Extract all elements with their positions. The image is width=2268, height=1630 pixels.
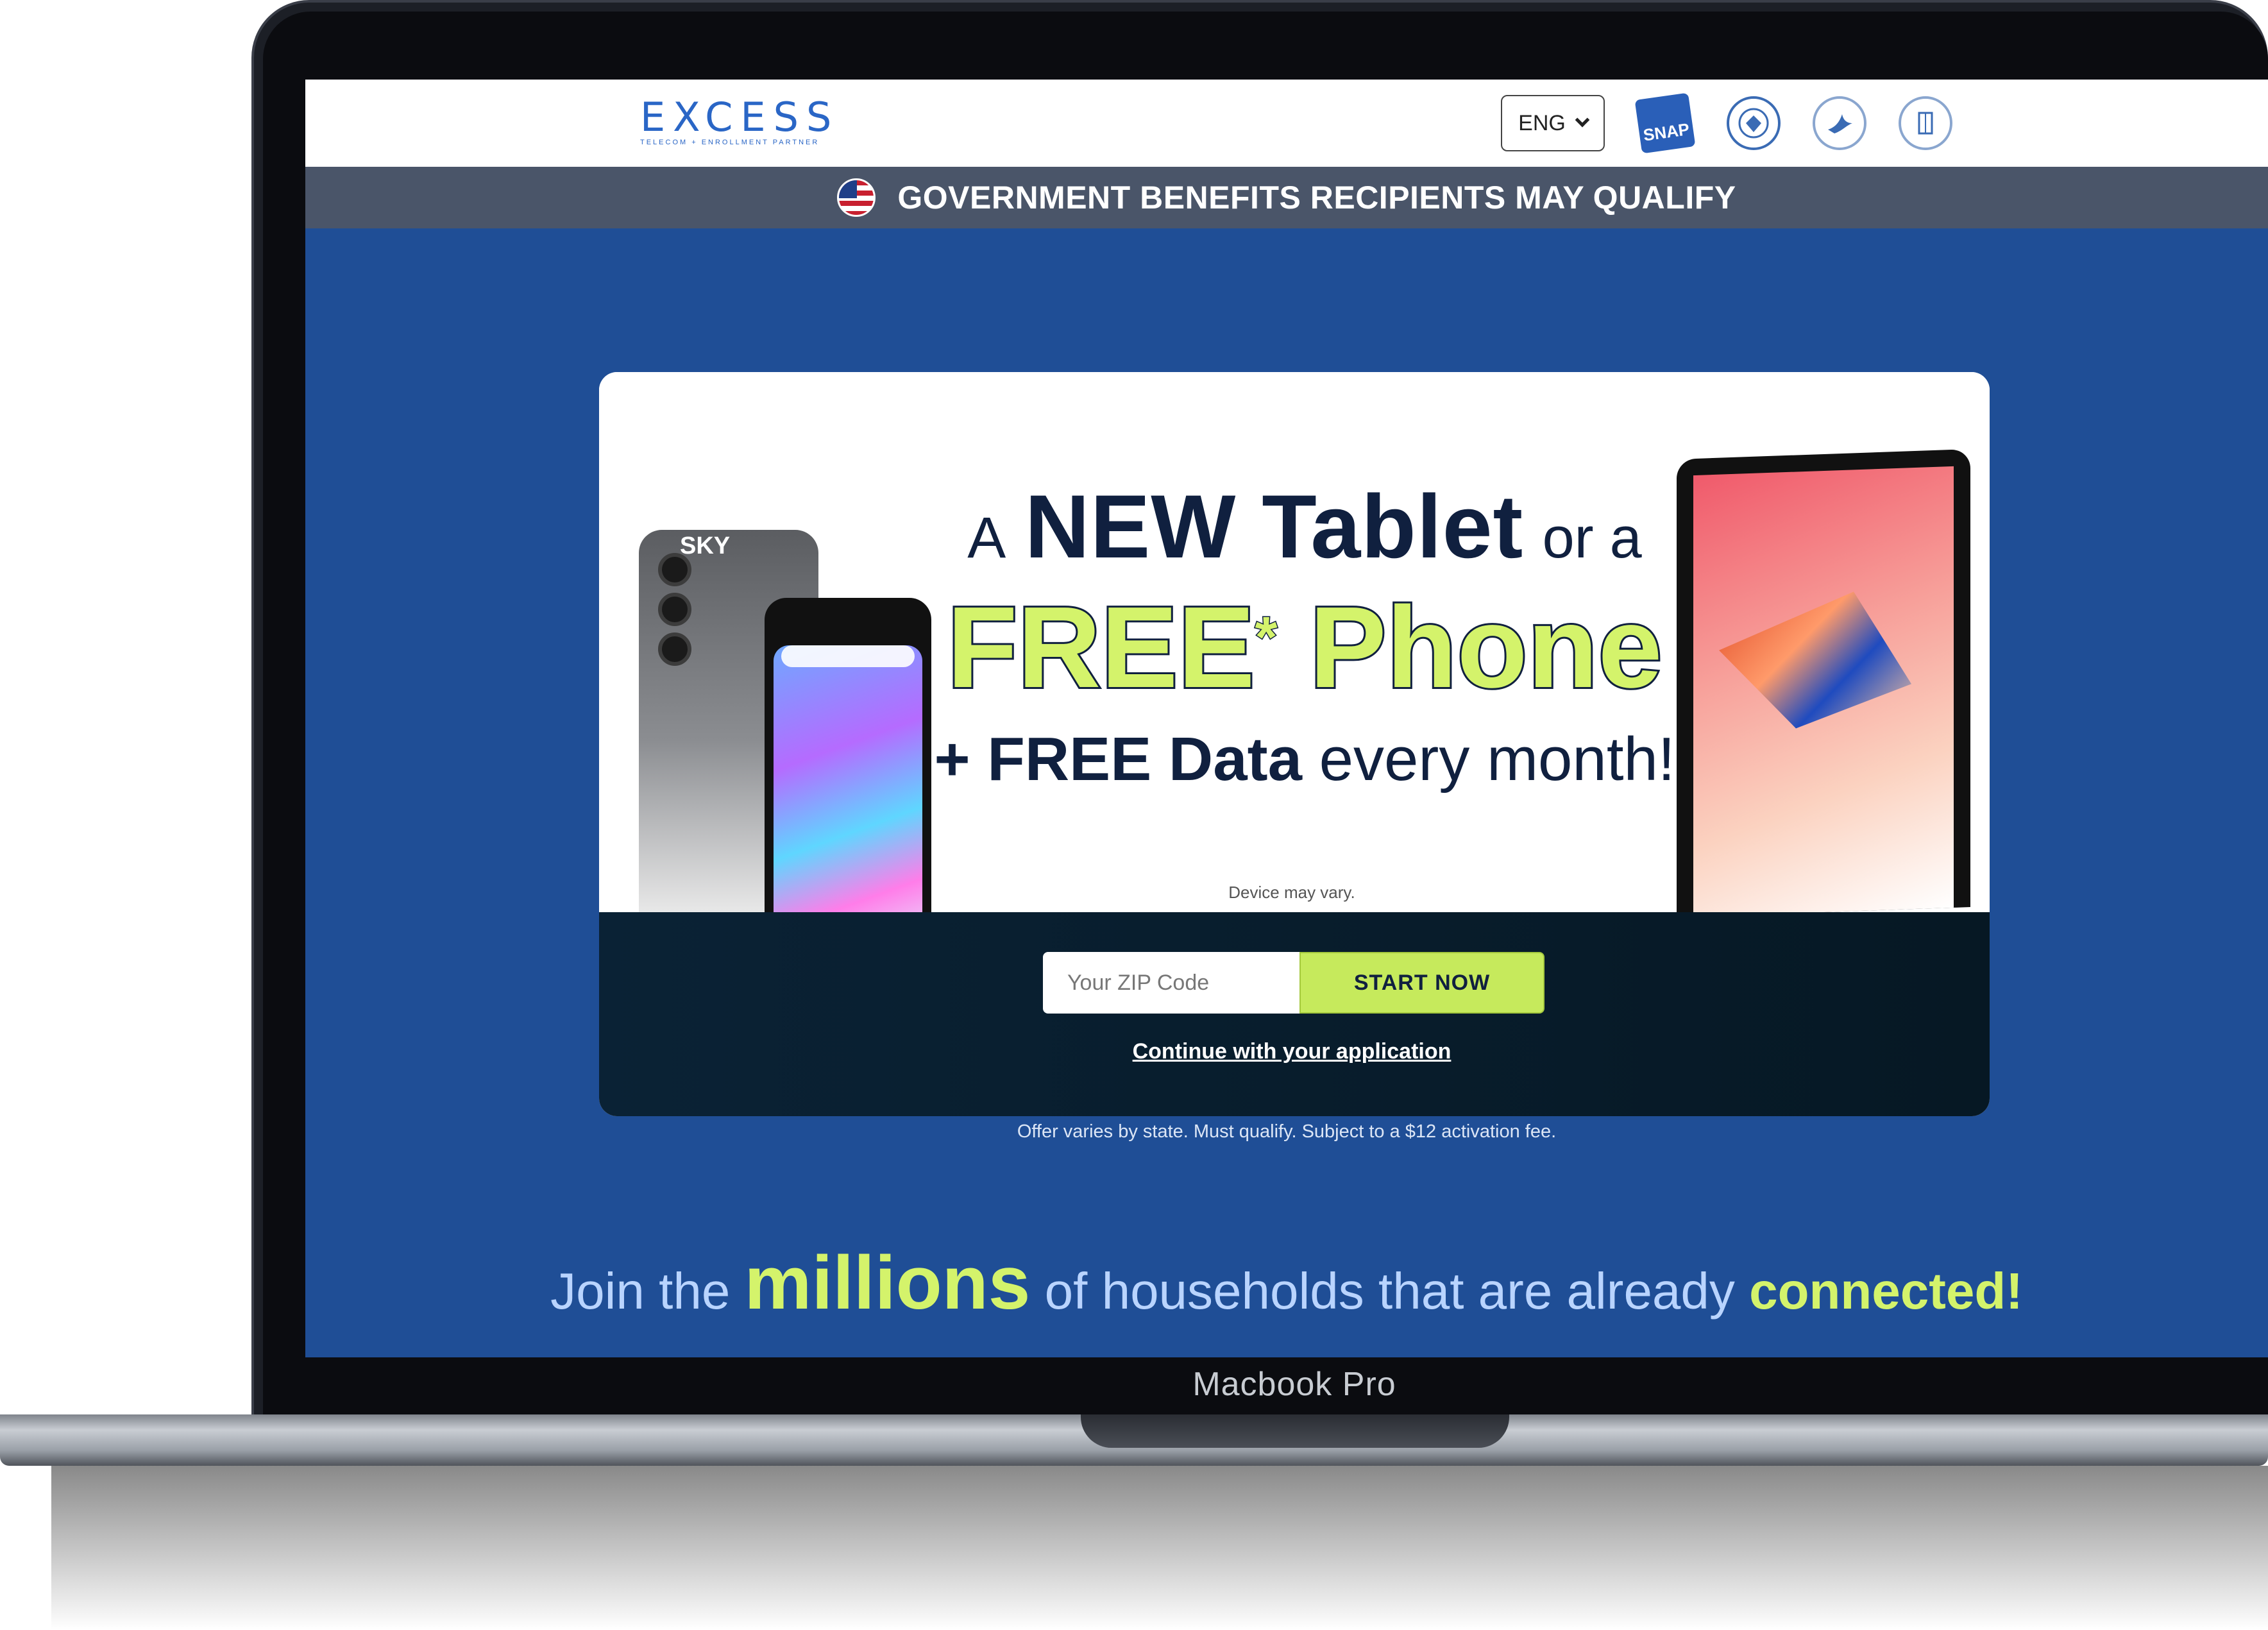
join-millions-heading: Join the millions of households that are… <box>305 1239 2268 1327</box>
headline-free-data: + FREE Data <box>934 725 1302 794</box>
headline-line-3: + FREE Data every month! <box>933 721 1677 798</box>
phone-search-bar <box>781 645 915 667</box>
eligibility-banner: GOVERNMENT BENEFITS RECIPIENTS MAY QUALI… <box>305 167 2268 228</box>
headline-new-tablet: NEW Tablet <box>1024 476 1524 577</box>
excess-logo[interactable]: EXCESS Telecom + Enrollment Partner <box>640 94 840 147</box>
snap-label: SNAP <box>1642 119 1691 145</box>
phone-front-image <box>765 598 931 951</box>
building-icon <box>1918 112 1933 135</box>
camera-lens-icon <box>658 593 691 626</box>
tablet-screen <box>1693 466 1954 917</box>
language-value: ENG <box>1518 110 1566 135</box>
laptop-notch <box>1081 1414 1509 1448</box>
language-select[interactable]: ENG <box>1501 95 1605 151</box>
signup-panel <box>599 912 1990 1116</box>
webpage-screen: EXCESS Telecom + Enrollment Partner ENG … <box>305 80 2268 1357</box>
logo-wordmark: EXCESS <box>640 94 840 140</box>
laptop-shadow <box>51 1466 2268 1630</box>
tablet-image <box>1677 449 1970 917</box>
hero-headline: A NEW Tablet or a FREE* Phone + FREE Dat… <box>933 482 1677 798</box>
offer-disclaimer: Offer varies by state. Must qualify. Sub… <box>1017 1121 1557 1142</box>
camera-lens-icon <box>658 632 691 666</box>
headline-line-2: FREE* Phone <box>933 582 1677 714</box>
headline-asterisk: * <box>1254 605 1278 671</box>
headline-a: A <box>967 506 1006 570</box>
headline-free: FREE <box>945 582 1257 714</box>
join-text-1: Join the <box>550 1262 731 1320</box>
logo-tagline: Telecom + Enrollment Partner <box>640 139 820 146</box>
device-note: Device may vary. <box>1228 883 1355 902</box>
phone-screen <box>774 645 922 951</box>
continue-application-link[interactable]: Continue with your application <box>1048 1039 1536 1064</box>
join-text-3: of households that are already <box>1044 1262 1735 1320</box>
start-now-button[interactable]: START NOW <box>1299 952 1544 1014</box>
banner-text: GOVERNMENT BENEFITS RECIPIENTS MAY QUALI… <box>897 180 1736 216</box>
laptop-mockup: Macbook Pro EXCESS Telecom + Enrollment … <box>0 0 2268 1630</box>
hud-seal <box>1899 96 1952 150</box>
us-flag-icon <box>837 178 876 217</box>
model-label: Macbook Pro <box>1192 1366 1396 1403</box>
hero-card-top: SKY A NEW Tablet or a FREE* Phone + FREE… <box>599 372 1990 951</box>
zip-code-input[interactable] <box>1043 952 1302 1014</box>
eagle-profile-icon <box>1828 114 1852 133</box>
hero-card: SKY A NEW Tablet or a FREE* Phone + FREE… <box>599 372 1990 1116</box>
phone-brand-mark: SKY <box>680 532 731 559</box>
hhs-seal <box>1813 96 1866 150</box>
snap-logo: SNAP <box>1634 92 1696 154</box>
headline-phone: Phone <box>1308 582 1664 714</box>
eagle-seal-icon <box>1738 108 1769 139</box>
top-navigation: EXCESS Telecom + Enrollment Partner ENG … <box>305 80 2268 167</box>
chevron-down-icon <box>1575 112 1590 128</box>
join-millions: millions <box>744 1241 1031 1325</box>
veterans-affairs-seal <box>1727 96 1781 150</box>
join-connected: connected! <box>1749 1262 2023 1320</box>
headline-every-month: every month! <box>1319 725 1675 794</box>
headline-or-a: or a <box>1542 506 1642 570</box>
headline-line-1: A NEW Tablet or a <box>933 482 1677 580</box>
